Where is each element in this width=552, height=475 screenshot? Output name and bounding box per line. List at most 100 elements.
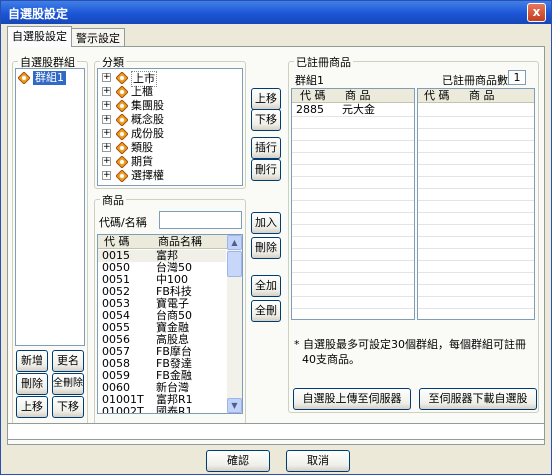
row-name: 元大金 [342,103,375,116]
registered-col-name[interactable]: 商 品 [469,89,495,103]
product-label: 商品 [100,192,126,208]
group-item-label: 群組1 [33,71,66,85]
category-diamond-icon [116,170,128,182]
category-item-label: 集團股 [131,99,164,112]
expand-icon[interactable]: + [102,73,111,82]
category-diamond-icon [116,142,128,154]
expand-icon[interactable]: + [102,143,111,152]
delete-row-button[interactable]: 刪行 [251,159,281,181]
product-col-code[interactable]: 代 碼 [104,235,130,249]
groups-list[interactable]: 群組1 [15,68,85,346]
group-delete-all-button[interactable]: 全刪除 [52,373,84,395]
category-diamond-icon [116,156,128,168]
product-list[interactable]: 代 碼 商品名稱 0015 富邦 0050 台灣50 0051 中100 0052 FB科技 0… [97,234,243,414]
cancel-button[interactable]: 取消 [286,450,350,472]
grid-line [418,200,534,201]
remove-button[interactable]: 刪除 [251,237,281,259]
product-col-name[interactable]: 商品名稱 [158,235,202,249]
download-from-server-button[interactable]: 至伺服器下載自選股 [419,388,537,410]
grid-line [292,236,414,237]
registered-list-right[interactable]: 代 碼 商 品 [417,88,535,320]
upload-to-server-button[interactable]: 自選股上傳至伺服器 [293,388,411,410]
expand-icon[interactable]: + [102,101,111,110]
grid-line [292,188,414,189]
registered-list-left[interactable]: 代 碼 商 品 2885 元大金 [291,88,415,320]
registered-row[interactable]: 2885 元大金 [292,104,414,116]
scroll-up-icon[interactable]: ▲ [227,235,242,250]
tab-stock-settings[interactable]: 自選股設定 [7,26,72,47]
grid-line [418,236,534,237]
grid-line [418,188,534,189]
grid-line [418,260,534,261]
category-item-label: 成份股 [131,127,164,140]
category-diamond-icon [116,86,128,98]
code-name-search-input[interactable] [159,211,242,229]
grid-line [418,284,534,285]
product-list-header: 代 碼 商品名稱 [98,235,242,249]
group-move-down-button[interactable]: 下移 [52,396,84,418]
title-bar[interactable]: 自選股設定 x [1,1,551,24]
grid-line [292,308,414,309]
scroll-down-icon[interactable]: ▼ [227,398,242,413]
group-move-up-button[interactable]: 上移 [16,396,48,418]
expand-icon[interactable]: + [102,87,111,96]
group-delete-button[interactable]: 刪除 [16,373,48,395]
insert-row-button[interactable]: 插行 [251,137,281,159]
grid-line [292,296,414,297]
grid-line [292,152,414,153]
grid-line [418,224,534,225]
expand-icon[interactable]: + [102,115,111,124]
grid-line [292,224,414,225]
product-row[interactable]: 01002T 國泰R1 [98,406,226,414]
folder-diamond-icon [18,72,30,84]
category-tree[interactable]: + 上市 + 上櫃 + 集團股 + 概念股 + 成份股 + 類股 + 期貨 + … [97,68,243,186]
move-up-button[interactable]: 上移 [251,88,281,110]
grid-line [292,164,414,165]
category-diamond-icon [116,72,128,84]
registered-count-label: 已註冊商品數 [442,74,508,87]
registered-col-name[interactable]: 商 品 [345,89,371,103]
tab-alert-settings[interactable]: 警示設定 [71,28,125,46]
grid-line [418,308,534,309]
move-down-button[interactable]: 下移 [251,109,281,131]
grid-line [418,116,534,117]
registered-col-code[interactable]: 代 碼 [424,89,450,103]
grid-line [418,128,534,129]
scroll-thumb[interactable] [227,251,242,277]
category-item-label: 期貨 [131,155,153,168]
row-code: 01002T [102,405,144,414]
grid-line [292,284,414,285]
grid-line [418,296,534,297]
grid-line [292,260,414,261]
close-button[interactable]: x [527,3,546,22]
group-rename-button[interactable]: 更名 [52,350,84,372]
grid-line [418,212,534,213]
category-item-label: 上櫃 [131,85,153,98]
registered-count-value: 1 [508,70,526,85]
category-diamond-icon [116,100,128,112]
registered-left-header: 代 碼 商 品 [292,89,414,103]
grid-line [292,248,414,249]
expand-icon[interactable]: + [102,157,111,166]
ok-button[interactable]: 確認 [206,450,270,472]
code-name-label: 代碼/名稱 [99,216,147,229]
group-add-button[interactable]: 新增 [16,350,48,372]
registered-col-code[interactable]: 代 碼 [300,89,326,103]
add-all-button[interactable]: 全加 [251,275,281,297]
category-item-label: 概念股 [131,113,164,126]
grid-line [292,140,414,141]
tab-panel: 自選股群組 群組1 新增 更名 刪除 全刪除 上移 下移 分類 + 上市 + 上… [7,46,545,445]
row-name: 國泰R1 [156,405,193,414]
add-button[interactable]: 加入 [251,212,281,234]
grid-line [292,212,414,213]
window-title: 自選股設定 [8,7,69,21]
expand-icon[interactable]: + [102,171,111,180]
grid-line [418,176,534,177]
grid-line [292,116,414,117]
grid-line [418,152,534,153]
product-list-scrollbar[interactable]: ▲ ▼ [227,235,242,413]
grid-line [292,128,414,129]
category-diamond-icon [116,114,128,126]
remove-all-button[interactable]: 全刪 [251,300,281,322]
expand-icon[interactable]: + [102,129,111,138]
